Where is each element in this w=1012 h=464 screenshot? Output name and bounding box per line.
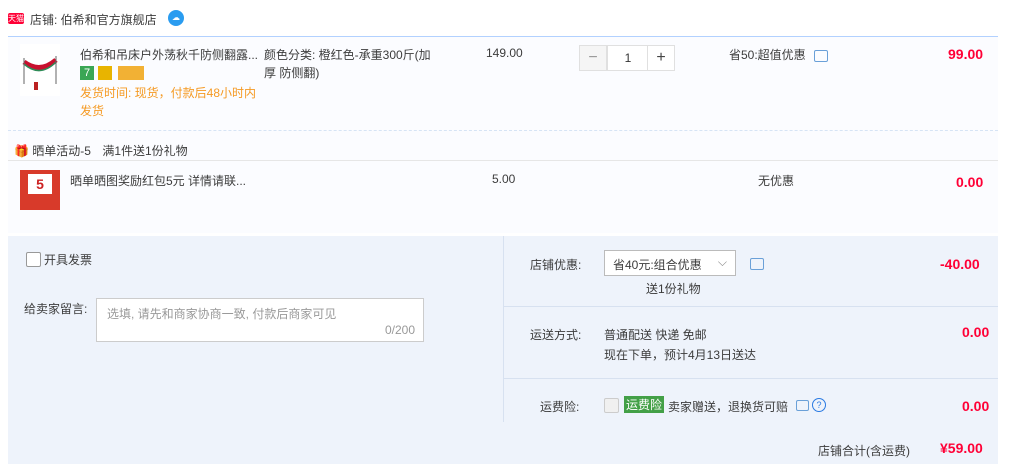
guarantee-icon — [98, 66, 112, 80]
invoice-checkbox[interactable] — [26, 252, 41, 267]
shop-discount-value: 省40元:组合优惠 — [613, 258, 702, 272]
gift-subtotal: 0.00 — [956, 174, 984, 190]
insurance-tag: 运费险 — [624, 396, 665, 413]
unit-price: 149.00 — [486, 46, 523, 60]
ship-time: 发货时间: 现货，付款后48小时内发货 — [80, 86, 257, 118]
quantity-input[interactable] — [607, 45, 649, 71]
gift-price: 5.00 — [492, 172, 516, 186]
message-counter: 0/200 — [384, 323, 415, 337]
gift-divider — [8, 160, 998, 162]
product-title[interactable]: 伯希和吊床户外荡秋千防侧翻露... — [80, 46, 260, 64]
seven-day-return-icon: 7 — [80, 66, 94, 80]
shop-name[interactable]: 店铺: 伯希和官方旗舰店 — [30, 11, 157, 28]
gift-promo: 🎁 晒单活动-5 满1件送1份礼物 — [14, 142, 188, 159]
message-label: 给卖家留言: — [24, 302, 88, 316]
shop-discount-label: 店铺优惠: — [530, 258, 582, 272]
shipping-label: 运送方式: — [530, 328, 582, 342]
message-placeholder: 选填, 请先和商家协商一致, 付款后商家可见 — [107, 307, 337, 321]
quantity-stepper: − + — [579, 45, 675, 71]
decrease-button[interactable]: − — [579, 45, 607, 71]
item-discount: 省50:超值优惠 — [729, 48, 806, 62]
product-thumbnail[interactable] — [20, 44, 60, 96]
credit-card-icon — [118, 66, 144, 80]
increase-button[interactable]: + — [647, 45, 675, 71]
product-spec: 颜色分类: 橙红色-承重300斤(加厚 防侧翻) — [264, 48, 431, 80]
insurance-checkbox — [604, 398, 619, 413]
divider — [504, 306, 998, 308]
insurance-desc: 卖家赠送，退换货可赔 — [668, 400, 789, 414]
help-icon[interactable]: ? — [812, 398, 826, 412]
gift-promo-label: 晒单活动-5 — [32, 144, 91, 158]
item-subtotal: 99.00 — [948, 46, 984, 62]
shipping-method: 普通配送 快递 免邮 — [604, 328, 707, 342]
total-label: 店铺合计(含运费) — [818, 444, 910, 458]
chevron-down-icon: ⌵ — [717, 255, 727, 269]
message-field[interactable]: 选填, 请先和商家协商一致, 付款后商家可见 0/200 — [96, 298, 424, 342]
gift-note: 送1份礼物 — [646, 282, 701, 296]
comment-icon[interactable] — [814, 50, 828, 62]
gift-title[interactable]: 晒单晒图奖励红包5元 详情请联... — [70, 172, 246, 189]
order-item-panel — [8, 36, 998, 233]
comment-icon[interactable] — [750, 258, 764, 270]
tmall-badge: 天猫 — [8, 13, 24, 24]
gift-thumb-number: 5 — [28, 174, 52, 194]
shipping-eta: 现在下单，预计4月13日送达 — [604, 348, 757, 362]
row-divider — [8, 130, 998, 132]
total-amount: ¥59.00 — [940, 440, 983, 456]
shop-discount-select[interactable]: 省40元:组合优惠 ⌵ — [604, 250, 736, 276]
comment-icon[interactable] — [796, 400, 809, 411]
shop-discount-amount: -40.00 — [940, 256, 980, 272]
gift-discount: 无优惠 — [758, 174, 795, 188]
insurance-amount: 0.00 — [962, 398, 990, 414]
gift-icon: 🎁 — [14, 144, 29, 158]
divider — [504, 378, 998, 380]
shipping-amount: 0.00 — [962, 324, 990, 340]
insurance-label: 运费险: — [540, 400, 580, 414]
gift-thumbnail[interactable]: 5 — [20, 170, 60, 210]
gift-promo-desc: 满1件送1份礼物 — [102, 144, 188, 158]
invoice-label: 开具发票 — [44, 253, 93, 267]
chat-icon[interactable]: ☁ — [168, 10, 184, 26]
